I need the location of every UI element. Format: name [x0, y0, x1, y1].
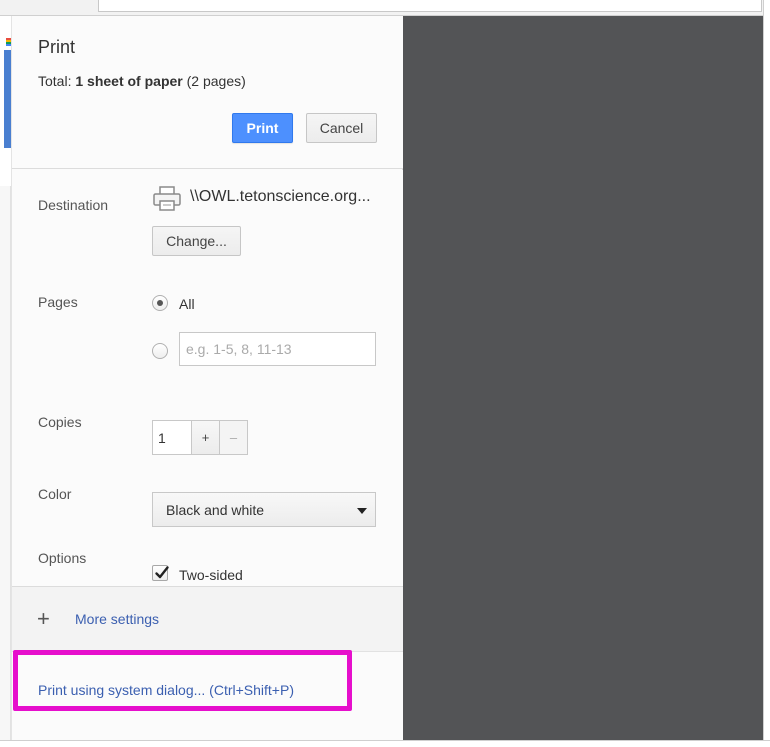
destination-name: \\OWL.tetonscience.org...	[190, 188, 371, 205]
pages-range-input[interactable]	[179, 332, 376, 366]
destination-label: Destination	[38, 197, 109, 213]
more-settings-link[interactable]: More settings	[75, 611, 159, 627]
background-page-edge	[0, 16, 11, 747]
print-settings: Destination \\OWL.tetonscience.org... Ch…	[12, 170, 403, 586]
copies-stepper: + –	[152, 420, 248, 455]
window-right-edge	[763, 0, 770, 747]
summary-pages: (2 pages)	[182, 73, 246, 89]
window-bottom-edge	[0, 740, 770, 747]
print-header: Print Total: 1 sheet of paper (2 pages) …	[12, 16, 403, 169]
color-select-value: Black and white	[166, 501, 265, 518]
annotation-highlight-box	[13, 650, 352, 711]
browser-tab-strip	[98, 0, 762, 12]
copies-label: Copies	[38, 414, 82, 430]
summary-sheets: 1 sheet of paper	[75, 73, 183, 89]
checkmark-icon	[155, 566, 169, 579]
pages-label: Pages	[38, 294, 78, 310]
dialog-title: Print	[38, 37, 76, 57]
color-label: Color	[38, 486, 72, 502]
printer-icon	[152, 185, 182, 213]
print-preview-area	[403, 16, 763, 740]
options-label: Options	[38, 550, 87, 566]
background-panel	[0, 186, 11, 746]
copies-input[interactable]	[152, 420, 192, 455]
copies-decrement-button[interactable]: –	[220, 420, 248, 455]
print-button[interactable]: Print	[232, 113, 293, 143]
pages-all-radio[interactable]	[152, 295, 168, 311]
dropdown-arrow-icon	[357, 508, 367, 514]
plus-icon: +	[37, 606, 50, 631]
two-sided-label: Two-sided	[179, 567, 243, 583]
print-summary: Total: 1 sheet of paper (2 pages)	[38, 73, 246, 89]
color-select[interactable]: Black and white	[152, 492, 376, 527]
two-sided-checkbox[interactable]	[152, 565, 169, 581]
pages-all-label: All	[179, 296, 195, 312]
background-blue-bar	[4, 50, 11, 148]
copies-increment-button[interactable]: +	[192, 420, 220, 455]
change-destination-button[interactable]: Change...	[152, 226, 241, 256]
summary-prefix: Total:	[38, 73, 76, 89]
print-sidebar: Print Total: 1 sheet of paper (2 pages) …	[11, 16, 403, 740]
cancel-button[interactable]: Cancel	[306, 113, 377, 143]
browser-top-bar	[0, 0, 770, 16]
more-settings-row[interactable]: + More settings	[12, 586, 403, 652]
pages-custom-radio[interactable]	[152, 343, 168, 359]
